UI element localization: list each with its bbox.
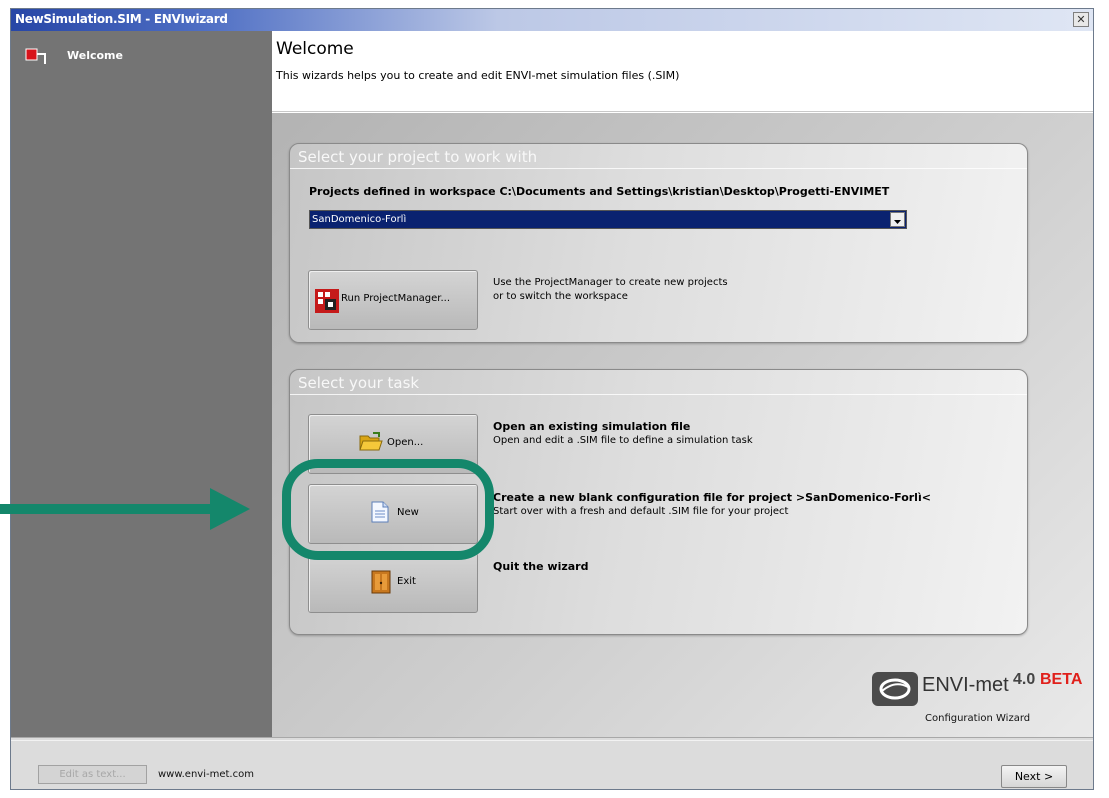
callout-highlight-ring [282,459,494,560]
page-header: Welcome This wizards helps you to create… [272,31,1093,112]
project-panel: Select your project to work with Project… [289,143,1028,343]
panel-divider [290,394,1027,395]
page-title: Welcome [276,39,354,59]
project-manager-icon [315,289,339,313]
website-link[interactable]: www.envi-met.com [158,769,254,780]
project-manager-help-line1: Use the ProjectManager to create new pro… [493,277,728,288]
exit-door-icon [371,570,391,594]
exit-button[interactable]: Exit [308,553,478,613]
open-task-heading: Open an existing simulation file [493,420,691,433]
logo-beta-tag: BETA [1040,671,1083,688]
project-panel-title: Select your project to work with [298,148,538,166]
panel-divider [290,168,1027,169]
task-panel-title: Select your task [298,374,420,392]
open-button-label: Open... [387,437,424,448]
title-bar: NewSimulation.SIM - ENVIwizard ✕ [11,9,1093,31]
sidebar: Welcome [11,31,272,737]
exit-button-label: Exit [397,576,416,587]
close-button[interactable]: ✕ [1073,12,1089,27]
window-title: NewSimulation.SIM - ENVIwizard [15,12,228,26]
next-button[interactable]: Next > [1001,765,1067,788]
run-project-manager-button[interactable]: Run ProjectManager... [308,270,478,330]
page-subtitle: This wizards helps you to create and edi… [276,69,680,82]
wizard-window: NewSimulation.SIM - ENVIwizard ✕ Welcome… [10,8,1094,790]
footer-divider [11,740,1093,741]
callout-arrow-icon [0,488,250,530]
workspace-label: Projects defined in workspace C:\Documen… [309,185,890,198]
main-content: Select your project to work with Project… [272,113,1093,737]
new-task-description: Start over with a fresh and default .SIM… [493,506,789,517]
folder-open-icon [359,432,383,451]
edit-as-text-button[interactable]: Edit as text... [38,765,147,784]
logo-caption: Configuration Wizard [925,713,1031,724]
exit-task-heading: Quit the wizard [493,560,589,573]
new-task-heading: Create a new blank configuration file fo… [493,491,931,504]
project-select-value: SanDomenico-Forlì [312,214,407,225]
project-select[interactable]: SanDomenico-Forlì [309,210,907,229]
project-select-toggle[interactable] [890,212,905,227]
red-step-icon [25,48,46,64]
chevron-down-icon [894,220,901,224]
envimet-logo: ENVI-met 4.0 BETA Configuration Wizard [868,658,1082,728]
sidebar-item-label: Welcome [67,49,123,62]
open-task-description: Open and edit a .SIM file to define a si… [493,435,753,446]
logo-product: ENVI-met [922,674,1009,696]
close-icon: ✕ [1076,13,1086,26]
footer-bar: Edit as text... www.envi-met.com Next > [11,737,1093,789]
project-manager-help-line2: or to switch the workspace [493,291,628,302]
run-project-manager-label: Run ProjectManager... [341,293,451,304]
logo-version: 4.0 [1013,671,1036,688]
